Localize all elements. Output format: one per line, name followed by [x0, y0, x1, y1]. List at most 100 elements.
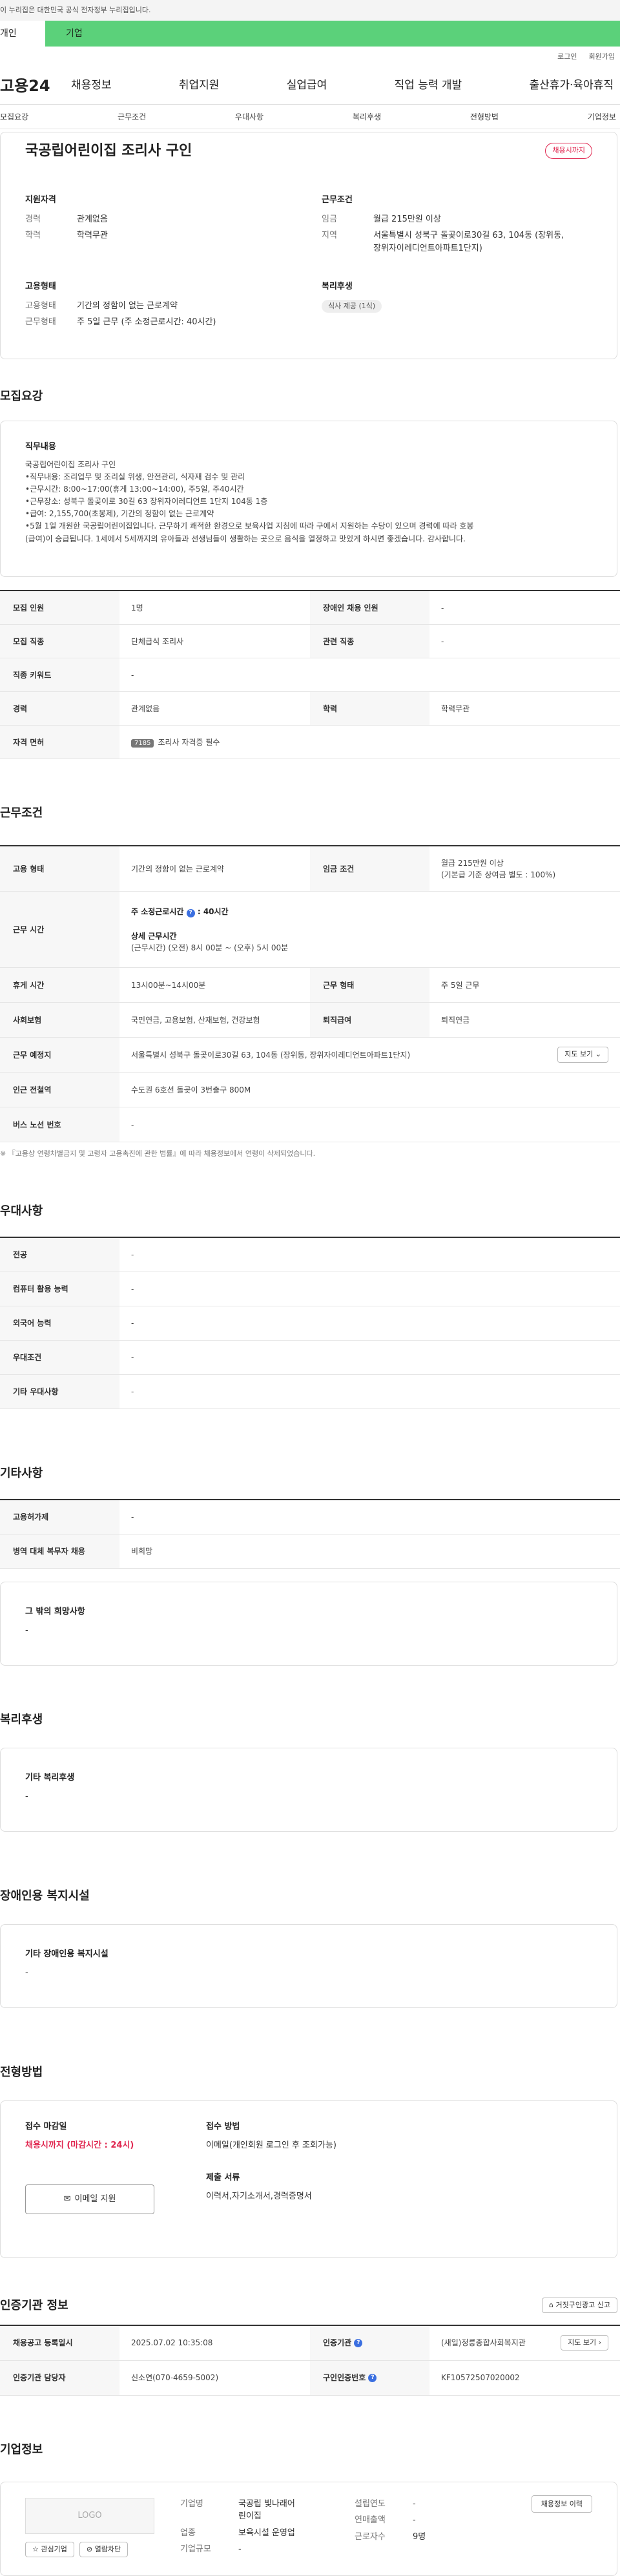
company-name-value: 국공립 빛나래어 린이집: [238, 2498, 295, 2523]
gnb-item-jobs[interactable]: 채용정보: [71, 78, 112, 94]
table-row: 고용허가제 -: [0, 1500, 620, 1534]
favorite-company-label: 관심기업: [41, 2544, 67, 2553]
info-icon[interactable]: ?: [186, 908, 195, 917]
map-button-label: 지도 보기: [564, 1050, 594, 1059]
disabled-card: 기타 장애인용 복지시설 -: [0, 1923, 617, 2008]
agency-manager-value: 신소연(070-4659-5002): [131, 2373, 219, 2382]
rest-label: 휴게 시간: [0, 968, 119, 1002]
gnb-item-parental-leave[interactable]: 출산휴가·육아휴직: [529, 78, 614, 94]
agency-map-button[interactable]: 지도 보기 ›: [561, 2334, 608, 2351]
info-icon[interactable]: ?: [354, 2338, 363, 2347]
weekly-hours: 주 소정근로시간 ? : 40시간: [131, 906, 608, 917]
company-info-left: 기업명 국공립 빛나래어 린이집 업종 보육시설 운영업 기업규모 -: [180, 2498, 329, 2560]
summary-cond-heading: 근무조건: [322, 195, 353, 205]
favorite-company-button[interactable]: ☆ 관심기업: [25, 2541, 74, 2557]
summary-edu-label: 학력: [25, 231, 41, 240]
retirement-value: 퇴직연금: [441, 1015, 470, 1025]
table-row: 근무 예정지 서울특별시 성북구 돌곶이로30길 63, 104동 (장위동, …: [0, 1038, 620, 1073]
info-icon[interactable]: ?: [368, 2373, 377, 2382]
anchor-tab-company[interactable]: 기업정보: [588, 111, 616, 123]
cert-no-label-text: 구인인증번호: [323, 2373, 366, 2382]
deadline-heading: 접수 마감일: [25, 2121, 67, 2131]
table-row: 채용공고 등록일시 2025.07.02 10:35:08 인증기관 ? (새일)…: [0, 2325, 620, 2361]
tab-company[interactable]: 기업: [45, 21, 620, 47]
license-code-tag: 7185: [131, 738, 154, 748]
duty-line: •근무시간: 8:00~17:00(휴게 13:00~14:00), 주5일, …: [25, 484, 244, 494]
detail-time-heading: 상세 근무시간: [131, 931, 177, 941]
company-logo-area: LOGO ☆ 관심기업 ⊘ 열람차단: [25, 2497, 154, 2560]
table-row: 버스 노선 번호 -: [0, 1107, 620, 1142]
gnb-item-vocational-training[interactable]: 직업 능력 개발: [395, 78, 462, 94]
anchor-tab-pref[interactable]: 우대사항: [235, 111, 264, 123]
site-logo[interactable]: 고용24: [0, 74, 71, 98]
summary-area-label: 지역: [322, 231, 337, 240]
wage-label: 임금 조건: [310, 846, 429, 891]
subway-value: 수도권 6호선 돌곶이 3번출구 800M: [131, 1085, 251, 1094]
deadline-value: 채용시까지 (마감시간 : 24시): [25, 2141, 134, 2150]
work-permit-value: -: [131, 1512, 134, 1522]
hope-heading: 그 밖의 희망사항: [25, 1606, 85, 1617]
block-view-label: 열람차단: [94, 2544, 121, 2553]
history-button[interactable]: 채용정보 이력: [531, 2495, 592, 2513]
login-link[interactable]: 로그인: [557, 52, 577, 67]
summary-area-line1: 서울특별시 성북구 돌곶이로30길 63, 104동 (장위동,: [373, 231, 564, 240]
summary-welfare-heading: 복리후생: [322, 282, 353, 291]
reg-date-label: 채용공고 등록일시: [0, 2325, 119, 2360]
bus-label: 버스 노선 번호: [0, 1107, 119, 1142]
signup-link[interactable]: 회원가입: [589, 52, 615, 67]
table-row: 기타 우대사항 -: [0, 1374, 620, 1409]
military-value: 비희망: [131, 1546, 153, 1556]
anchor-tab-apply[interactable]: 전형방법: [470, 111, 499, 123]
table-row: 고용 형태 기간의 정함이 없는 근로계약 임금 조건 월급 215만원 이상 (기…: [0, 846, 620, 892]
welfare-card: 기타 복리후생 -: [0, 1747, 617, 1832]
report-button[interactable]: ⌂ 거짓구인광고 신고: [542, 2297, 617, 2314]
home-icon: ⌂: [549, 2300, 554, 2309]
license-label: 자격 면허: [0, 726, 119, 759]
anchor-tab-recruit[interactable]: 모집요강: [0, 111, 28, 123]
summary-area-value: 서울특별시 성북구 돌곶이로30길 63, 104동 (장위동, 장위자이레디언트…: [373, 229, 564, 255]
license-value: 7185 조리사 자격증 필수: [119, 737, 620, 748]
summary-welfare: 복리후생 식사 제공 (1식): [322, 280, 592, 333]
utility-links: 로그인 회원가입: [0, 47, 620, 67]
summary-hours-value: 주 5일 근무 (주 소정근로시간: 40시간): [77, 317, 216, 327]
method-value: 이메일(개인회원 로그인 후 조회가능): [206, 2141, 336, 2150]
employees-label: 근로자수: [355, 2531, 386, 2542]
pref-section: 우대사항 전공 - 컴퓨터 활용 능력 - 외국어 능력 - 우대조건 - 기타 우대사…: [0, 1202, 620, 1409]
gov-banner: 이 누리집은 대한민국 공식 전자정부 누리집입니다.: [0, 0, 620, 21]
pref-etc-label: 기타 우대사항: [0, 1374, 119, 1408]
pref-major-label: 전공: [0, 1237, 119, 1272]
etc-title: 기타사항: [0, 1466, 43, 1480]
gnb-menu: 채용정보 취업지원 실업급여 직업 능력 개발 출산휴가·육아휴직: [71, 78, 620, 94]
agency-manager-label: 인증기관 담당자: [0, 2360, 119, 2395]
career-label: 경력: [0, 692, 119, 725]
anchor-tab-work[interactable]: 근무조건: [118, 111, 146, 123]
duty-line: •5월 1일 개원한 국공립어린이집입니다. 근무하기 쾌적한 환경으로 보육사…: [25, 521, 474, 531]
duty-line: •직무내용: 조리업무 및 조리실 위생, 안전관리, 식자재 검수 및 관리: [25, 472, 245, 481]
table-row: 모집 인원 1명 장애인 채용 인원 -: [0, 591, 620, 625]
pref-computer-value: -: [131, 1284, 134, 1293]
chevron-down-icon: ⌄: [595, 1050, 601, 1059]
work-shape-label: 근무 형태: [310, 968, 429, 1002]
duty-line: (급여)이 승급됩니다. 1세에서 5세까지의 유아들과 선생님들이 생활하는 …: [25, 534, 466, 543]
agency-org-cell: (새일)정릉종합사회복지관 지도 보기 ›: [429, 2334, 620, 2351]
table-row: 인증기관 담당자 신소연(070-4659-5002) 구인인증번호 ? KF10…: [0, 2360, 620, 2396]
recruit-count-label: 모집 인원: [0, 591, 119, 624]
gnb-item-employment-support[interactable]: 취업지원: [179, 78, 220, 94]
industry-value: 보육시설 운영업: [238, 2528, 295, 2538]
age-note: ※ 『고용상 연령차별금지 및 고령자 고용촉진에 관한 법률』에 따라 채용정…: [0, 1149, 316, 1158]
duty-line: •근무장소: 성북구 돌곶이로 30길 63 장위자이레디언트 1단지 104동…: [25, 497, 268, 507]
summary-employment-type: 고용형태 고용형태 기간의 정함이 없는 근로계약 근무형태 주 5일 근무 (주 …: [25, 280, 296, 333]
keyword-value: -: [131, 670, 134, 680]
disabled-heading: 기타 장애인용 복지시설: [25, 1949, 108, 1959]
tab-personal[interactable]: 개인: [0, 21, 45, 47]
block-view-button[interactable]: ⊘ 열람차단: [79, 2541, 129, 2557]
work-time-value: 주 소정근로시간 ? : 40시간 상세 근무시간 (근무시간) (오전) 8시…: [119, 906, 620, 954]
anchor-tab-welfare[interactable]: 복리후생: [353, 111, 381, 123]
agency-org-value: (새일)정릉종합사회복지관: [441, 2338, 526, 2347]
email-apply-button[interactable]: ✉ 이메일 지원: [25, 2184, 154, 2214]
rest-value: 13시00분~14시00분: [131, 980, 206, 990]
gnb-item-unemployment-benefit[interactable]: 실업급여: [287, 78, 327, 94]
map-button[interactable]: 지도 보기 ⌄: [557, 1047, 608, 1063]
wage-line2: (기본급 기준 상여금 별도 : 100%): [441, 870, 556, 879]
etc-table: 고용허가제 - 병역 대체 복무자 채용 비희망: [0, 1498, 620, 1569]
